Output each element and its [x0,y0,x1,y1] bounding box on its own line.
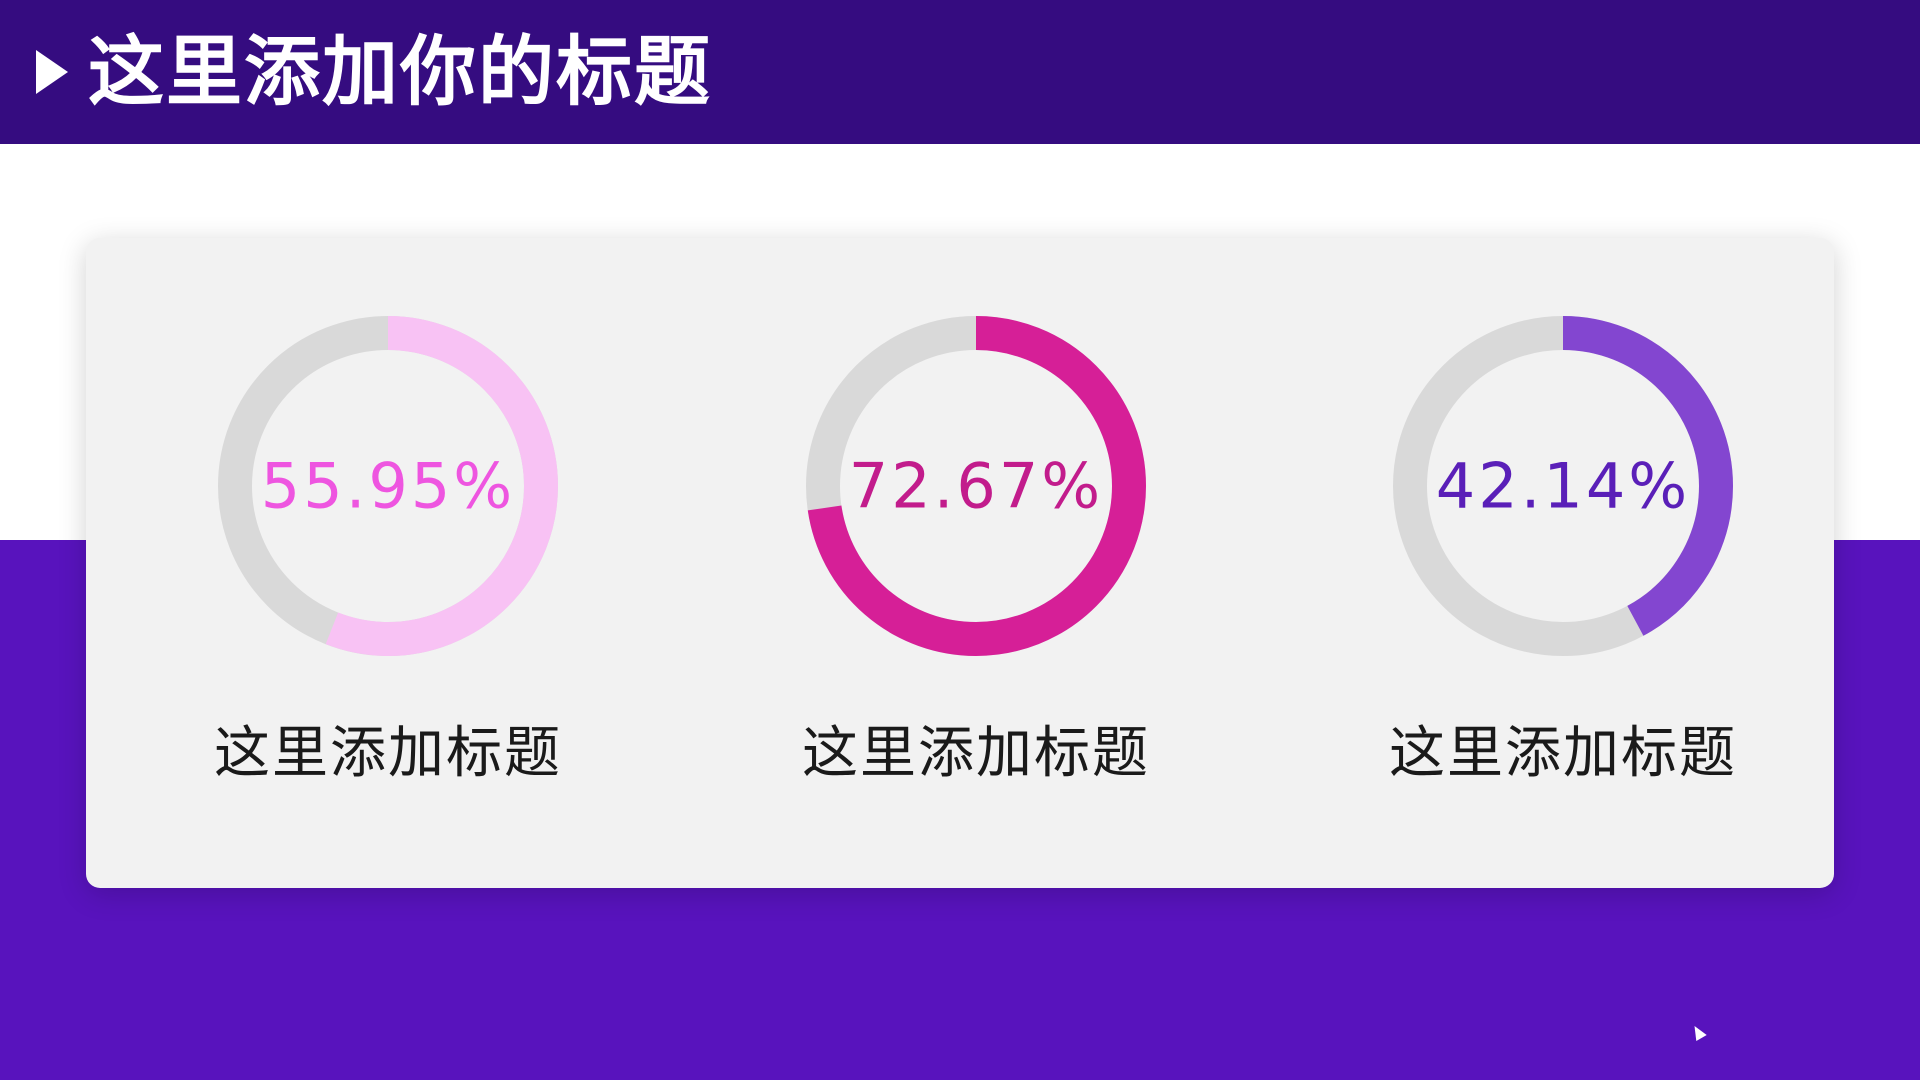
slide: 这里添加你的标题 55.95% 这里添加标题 72.67% 这里添加标题 42.… [0,0,1920,1080]
donut-svg: 55.95% [218,316,558,656]
chart-card: 55.95% 这里添加标题 72.67% 这里添加标题 42.14% 这里添加标… [86,238,1834,888]
donut-value-label: 55.95% [261,450,515,523]
donut-title: 这里添加标题 [214,721,562,786]
slide-title: 这里添加你的标题 [88,27,712,116]
donut-value-label: 72.67% [849,450,1103,523]
title-bar: 这里添加你的标题 [0,0,1920,144]
donut-svg: 72.67% [806,316,1146,656]
donut-value-label: 42.14% [1436,450,1690,523]
play-arrow-icon [36,50,68,94]
donut-chart-2: 72.67% 这里添加标题 [766,238,1186,888]
donut-title: 这里添加标题 [1389,721,1737,786]
donut-svg: 42.14% [1393,316,1733,656]
donut-title: 这里添加标题 [802,721,1150,786]
donut-chart-1: 55.95% 这里添加标题 [178,238,598,888]
donut-chart-3: 42.14% 这里添加标题 [1353,238,1773,888]
